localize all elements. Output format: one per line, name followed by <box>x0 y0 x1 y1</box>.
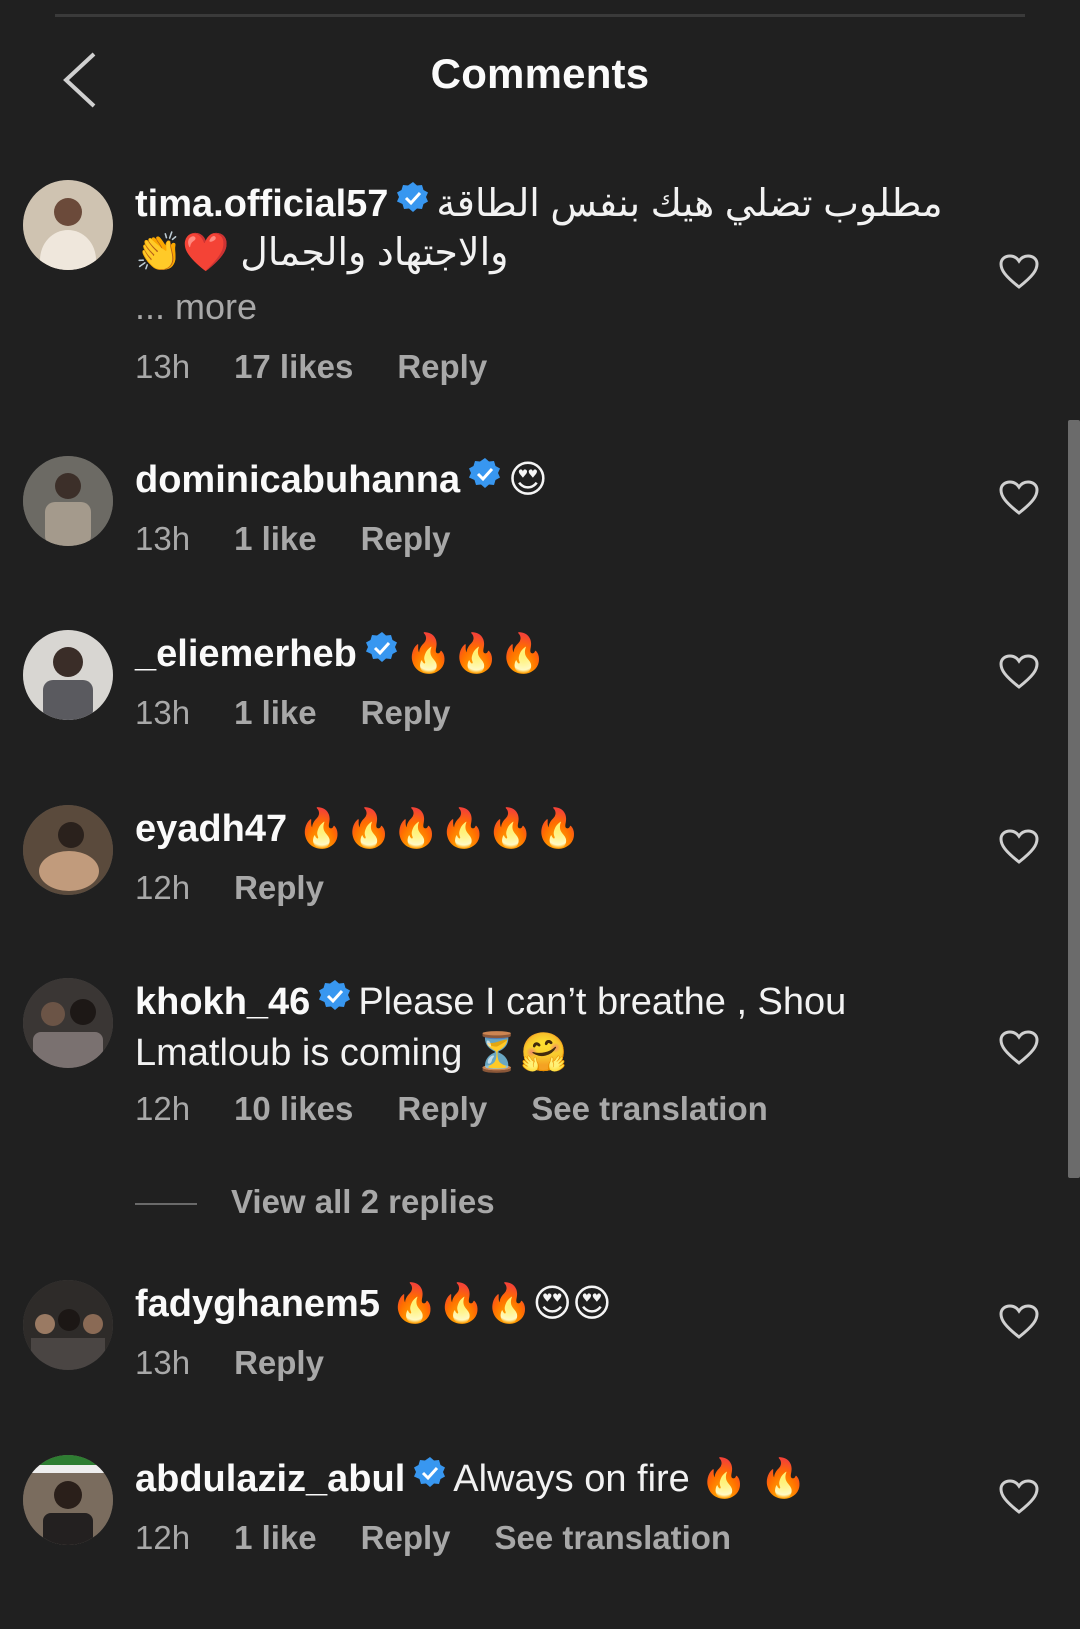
heart-icon[interactable] <box>999 1030 1039 1066</box>
see-translation-link[interactable]: See translation <box>531 1090 768 1127</box>
comment-text-line2: والاجتهاد والجمال <box>240 232 509 274</box>
likes-count[interactable]: 17 likes <box>234 348 353 385</box>
comment-text: Always on fire <box>453 1458 690 1501</box>
avatar[interactable] <box>23 1280 113 1370</box>
verified-badge-icon <box>396 177 430 229</box>
comment-text: 😍 <box>508 457 548 502</box>
reply-button[interactable]: Reply <box>361 1519 451 1556</box>
see-translation-link[interactable]: See translation <box>495 1519 732 1556</box>
username[interactable]: dominicabuhanna <box>135 459 460 501</box>
avatar[interactable] <box>23 978 113 1068</box>
avatar[interactable] <box>23 180 113 270</box>
scrollbar[interactable] <box>1068 420 1080 1178</box>
reply-button[interactable]: Reply <box>397 1090 487 1127</box>
likes-count[interactable]: 1 like <box>234 694 317 731</box>
avatar[interactable] <box>23 456 113 546</box>
more-link[interactable]: ... more <box>135 286 257 328</box>
reply-button[interactable]: Reply <box>361 694 451 731</box>
comment-text: Please I can’t breathe , Shou <box>358 981 847 1024</box>
likes-count[interactable]: 1 like <box>234 1519 317 1556</box>
heart-icon[interactable] <box>999 480 1039 516</box>
verified-badge-icon <box>365 627 399 679</box>
username[interactable]: abdulaziz_abul <box>135 1458 405 1500</box>
verified-badge-icon <box>318 975 352 1027</box>
comment-emoji: 🔥 🔥 <box>700 1456 808 1501</box>
timestamp: 13h <box>135 694 191 731</box>
comment-text: مطلوب تضلي هيك بنفس الطاقة <box>436 183 943 226</box>
reply-button[interactable]: Reply <box>397 348 487 385</box>
reply-button[interactable]: Reply <box>234 1344 324 1381</box>
timestamp: 12h <box>135 1519 191 1556</box>
comment-text: 🔥🔥🔥 <box>404 631 547 676</box>
timestamp: 13h <box>135 520 191 557</box>
username[interactable]: _eliemerheb <box>135 633 357 675</box>
comment-emoji: ⏳🤗 <box>472 1030 568 1074</box>
username[interactable]: tima.official57 <box>135 183 388 225</box>
view-replies-link[interactable]: View all 2 replies <box>135 1183 495 1221</box>
view-replies-label: View all 2 replies <box>231 1183 495 1220</box>
avatar[interactable] <box>23 805 113 895</box>
likes-count[interactable]: 10 likes <box>234 1090 353 1127</box>
header: Comments <box>0 30 1080 120</box>
comment-text: 🔥🔥🔥🔥🔥🔥 <box>297 806 582 850</box>
username[interactable]: eyadh47 <box>135 808 287 850</box>
comment-text: 🔥🔥🔥😍😍 <box>390 1281 612 1325</box>
likes-count[interactable]: 1 like <box>234 520 317 557</box>
comment-text-line2: Lmatloub is coming <box>135 1032 463 1074</box>
timestamp: 13h <box>135 348 191 385</box>
avatar[interactable] <box>23 630 113 720</box>
heart-icon[interactable] <box>999 654 1039 690</box>
heart-icon[interactable] <box>999 1304 1039 1340</box>
verified-badge-icon <box>413 1452 447 1504</box>
reply-button[interactable]: Reply <box>361 520 451 557</box>
comment-emoji: 👏❤️ <box>135 230 230 274</box>
heart-icon[interactable] <box>999 1479 1039 1515</box>
reply-button[interactable]: Reply <box>234 869 324 906</box>
username[interactable]: fadyghanem5 <box>135 1283 380 1325</box>
timestamp: 12h <box>135 1090 191 1127</box>
page-title: Comments <box>430 50 650 97</box>
timestamp: 13h <box>135 1344 191 1381</box>
replies-divider <box>135 1203 197 1206</box>
status-divider <box>55 0 1025 17</box>
heart-icon[interactable] <box>999 254 1039 290</box>
heart-icon[interactable] <box>999 829 1039 865</box>
timestamp: 12h <box>135 869 191 906</box>
verified-badge-icon <box>468 453 502 505</box>
username[interactable]: khokh_46 <box>135 981 310 1023</box>
avatar[interactable] <box>23 1455 113 1545</box>
